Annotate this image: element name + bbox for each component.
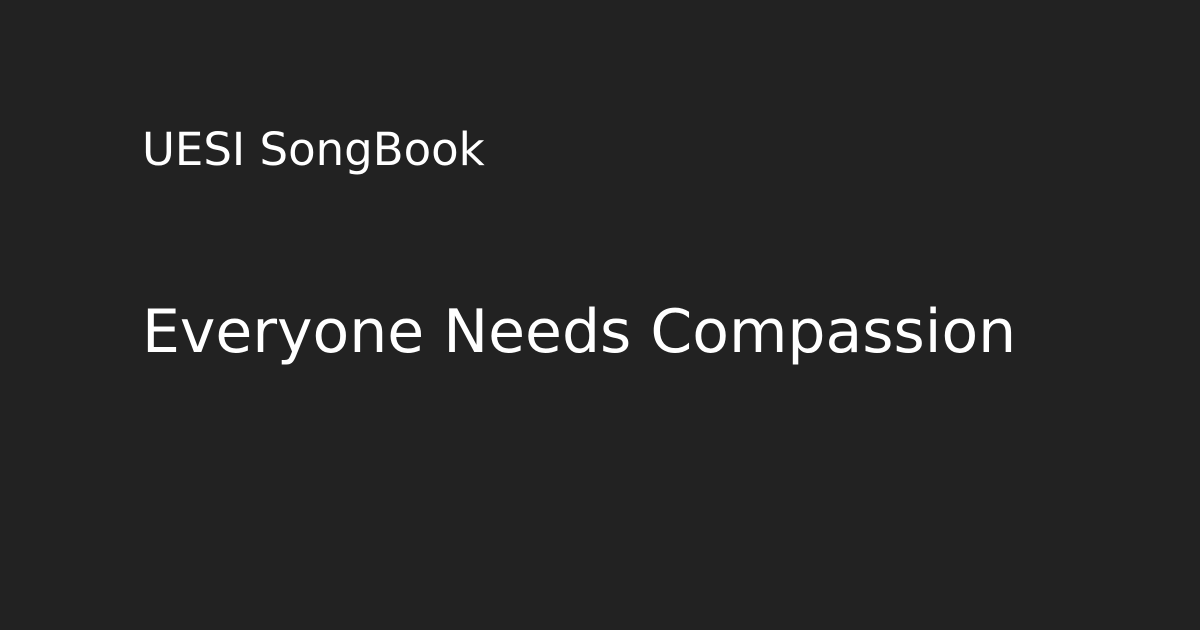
- song-title: Everyone Needs Compassion: [142, 297, 1017, 367]
- site-name: UESI SongBook: [142, 123, 485, 176]
- share-card: UESI SongBook Everyone Needs Compassion: [0, 0, 1200, 630]
